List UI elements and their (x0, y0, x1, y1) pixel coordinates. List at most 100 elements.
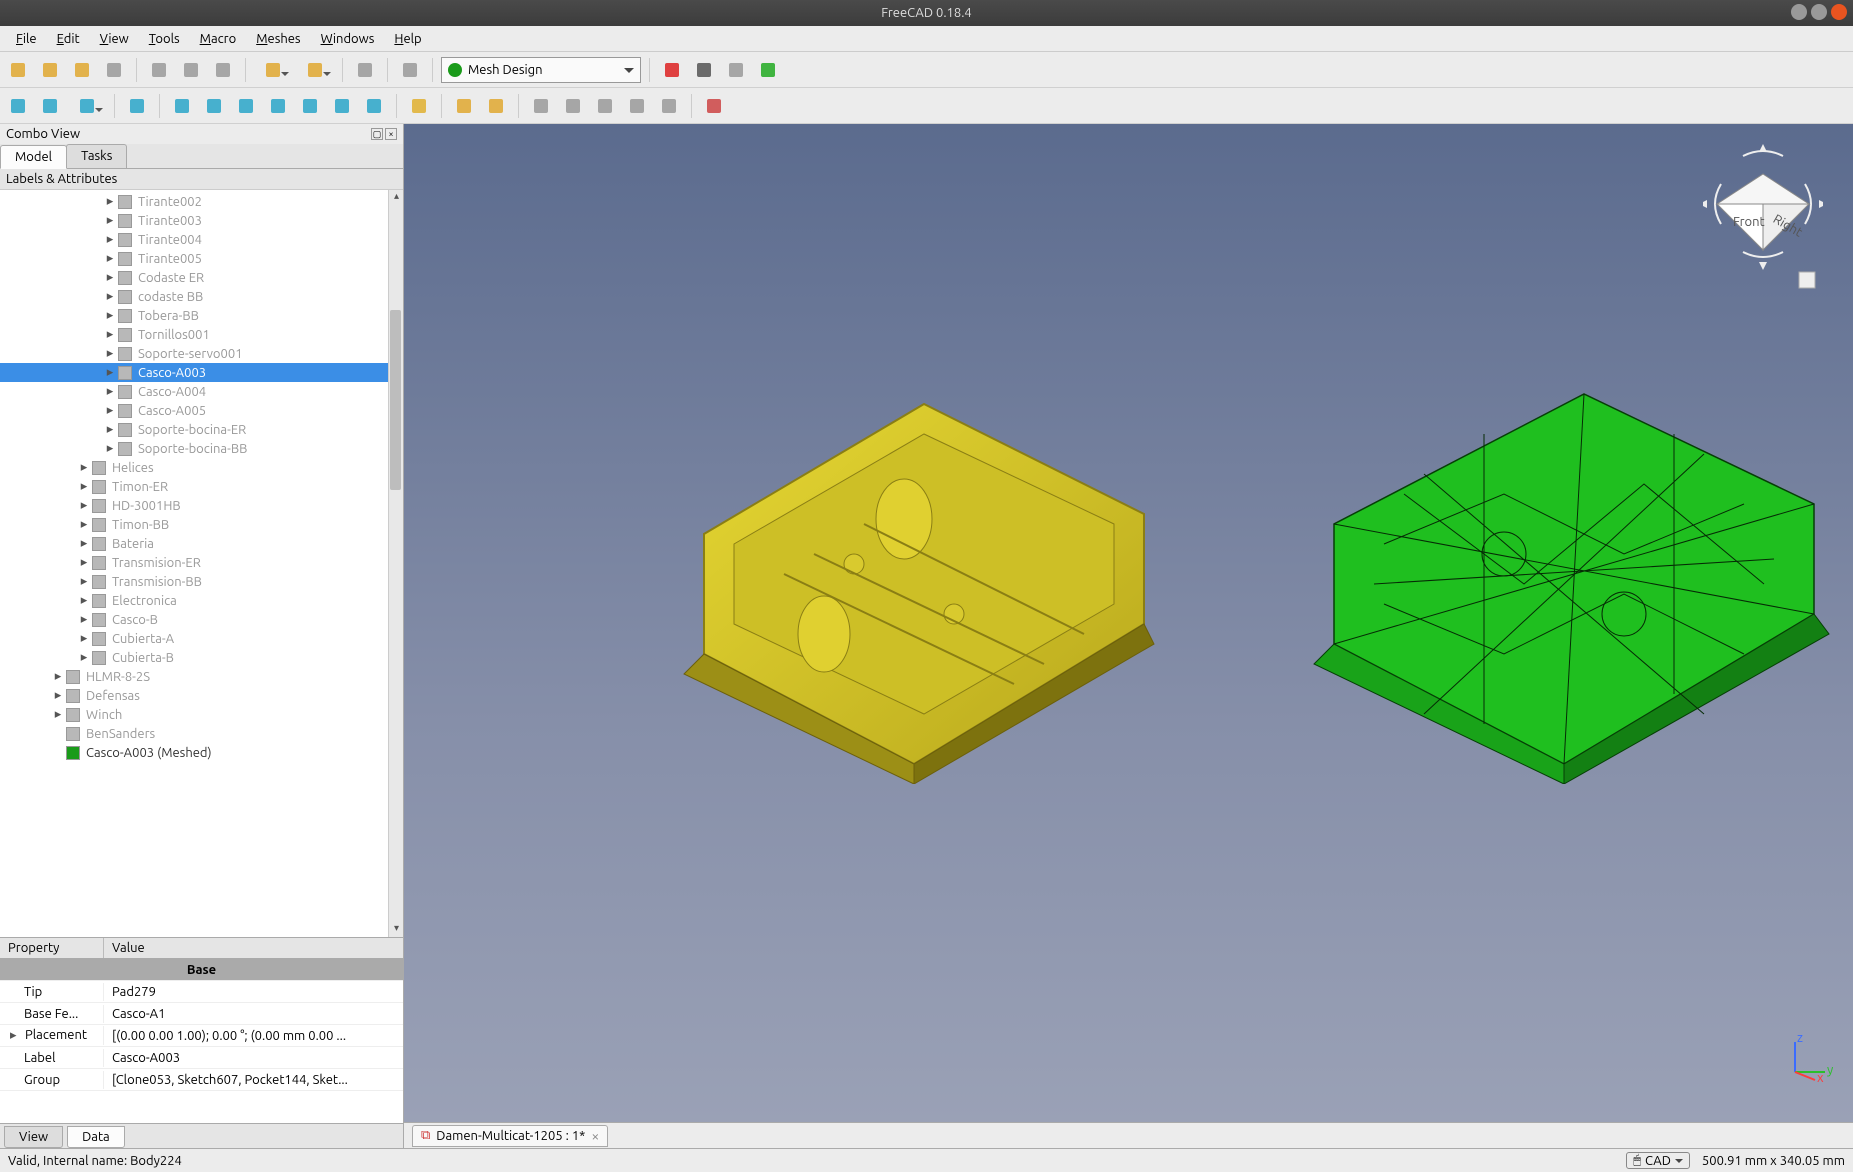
nav-style-selector[interactable]: 🖱 CAD (1626, 1152, 1690, 1169)
window-maximize-icon[interactable] (1811, 4, 1827, 20)
part-icon[interactable] (700, 92, 728, 120)
tree-item[interactable]: ▸Timon-BB (0, 515, 403, 534)
expand-arrow-icon[interactable]: ▸ (78, 479, 90, 494)
draw-style-icon[interactable] (68, 92, 106, 120)
create-mesh-icon[interactable] (450, 92, 478, 120)
menu-edit[interactable]: Edit (47, 30, 90, 48)
open-file-icon[interactable] (36, 56, 64, 84)
measure-icon[interactable] (405, 92, 433, 120)
expand-arrow-icon[interactable]: ▸ (10, 1028, 22, 1043)
tree-item[interactable]: ▸codaste BB (0, 287, 403, 306)
property-row[interactable]: LabelCasco-A003 (0, 1047, 403, 1069)
expand-arrow-icon[interactable]: ▸ (104, 403, 116, 418)
tree-item[interactable]: ▸Tirante002 (0, 192, 403, 211)
property-row[interactable]: TipPad279 (0, 981, 403, 1003)
undo-icon[interactable] (254, 56, 292, 84)
expand-arrow-icon[interactable]: ▸ (78, 536, 90, 551)
expand-arrow-icon[interactable]: ▸ (78, 517, 90, 532)
import-mesh-icon[interactable] (527, 92, 555, 120)
bbox-icon[interactable] (123, 92, 151, 120)
expand-arrow-icon[interactable]: ▸ (104, 384, 116, 399)
mesh-from-shape-icon[interactable] (591, 92, 619, 120)
tree-item[interactable]: ▸Tirante003 (0, 211, 403, 230)
tree-item[interactable]: ▸Soporte-servo001 (0, 344, 403, 363)
bottom-view-icon[interactable] (328, 92, 356, 120)
mesh-model-casco-a003[interactable] (1224, 294, 1853, 784)
redo-icon[interactable] (296, 56, 334, 84)
tree-item[interactable]: ▸Electronica (0, 591, 403, 610)
scroll-thumb[interactable] (390, 310, 401, 490)
tree-item[interactable]: ▸Casco-B (0, 610, 403, 629)
menu-meshes[interactable]: Meshes (246, 30, 310, 48)
expand-arrow-icon[interactable]: ▸ (78, 574, 90, 589)
tree-item[interactable]: ▸Tornillos001 (0, 325, 403, 344)
property-tab-view[interactable]: View (4, 1126, 63, 1148)
close-tab-icon[interactable]: × (591, 1128, 599, 1144)
expand-arrow-icon[interactable]: ▸ (104, 232, 116, 247)
tree-item[interactable]: ▸Transmision-BB (0, 572, 403, 591)
record-macro-icon[interactable] (658, 56, 686, 84)
expand-arrow-icon[interactable]: ▸ (104, 194, 116, 209)
tree-item[interactable]: BenSanders (0, 724, 403, 743)
window-minimize-icon[interactable] (1791, 4, 1807, 20)
rear-view-icon[interactable] (296, 92, 324, 120)
print-icon[interactable] (100, 56, 128, 84)
tree-item[interactable]: ▸Helices (0, 458, 403, 477)
expand-arrow-icon[interactable]: ▸ (104, 289, 116, 304)
tree-item[interactable]: ▸Tirante005 (0, 249, 403, 268)
save-icon[interactable] (68, 56, 96, 84)
display-mode-icon[interactable] (482, 92, 510, 120)
top-view-icon[interactable] (232, 92, 260, 120)
tree-item[interactable]: ▸Codaste ER (0, 268, 403, 287)
scroll-up-icon[interactable]: ▴ (389, 190, 403, 205)
property-value[interactable]: Pad279 (104, 983, 403, 1001)
panel-close-icon[interactable]: × (385, 128, 397, 140)
front-view-icon[interactable] (200, 92, 228, 120)
document-tab[interactable]: ⧉ Damen-Multicat-1205 : 1* × (412, 1125, 608, 1147)
stop-macro-icon[interactable] (690, 56, 718, 84)
scroll-down-icon[interactable]: ▾ (389, 922, 403, 937)
expand-arrow-icon[interactable]: ▸ (104, 251, 116, 266)
copy-icon[interactable] (177, 56, 205, 84)
fit-all-icon[interactable] (4, 92, 32, 120)
menu-file[interactable]: File (6, 30, 47, 48)
expand-arrow-icon[interactable]: ▸ (78, 650, 90, 665)
right-view-icon[interactable] (264, 92, 292, 120)
expand-arrow-icon[interactable]: ▸ (104, 270, 116, 285)
tree-scrollbar[interactable]: ▴ ▾ (388, 190, 403, 937)
property-tab-data[interactable]: Data (67, 1126, 125, 1148)
tree-item[interactable]: ▸HLMR-8-2S (0, 667, 403, 686)
expand-arrow-icon[interactable]: ▸ (104, 365, 116, 380)
expand-arrow-icon[interactable]: ▸ (78, 460, 90, 475)
iso-view-icon[interactable] (168, 92, 196, 120)
edit-macro-icon[interactable] (722, 56, 750, 84)
property-row[interactable]: Base Fe...Casco-A1 (0, 1003, 403, 1025)
fit-selection-icon[interactable] (36, 92, 64, 120)
expand-arrow-icon[interactable]: ▸ (104, 441, 116, 456)
menu-tools[interactable]: Tools (139, 30, 190, 48)
expand-arrow-icon[interactable]: ▸ (104, 308, 116, 323)
property-value[interactable]: Casco-A003 (104, 1049, 403, 1067)
expand-arrow-icon[interactable]: ▸ (104, 422, 116, 437)
expand-arrow-icon[interactable]: ▸ (78, 612, 90, 627)
tree-item[interactable]: ▸Casco-A004 (0, 382, 403, 401)
window-close-icon[interactable] (1831, 4, 1847, 20)
expand-arrow-icon[interactable]: ▸ (78, 555, 90, 570)
expand-arrow-icon[interactable]: ▸ (52, 688, 64, 703)
menu-view[interactable]: View (90, 30, 139, 48)
run-macro-icon[interactable] (754, 56, 782, 84)
combo-tab-model[interactable]: Model (0, 145, 67, 169)
expand-arrow-icon[interactable]: ▸ (78, 498, 90, 513)
panel-float-icon[interactable]: ▢ (371, 128, 383, 140)
expand-arrow-icon[interactable]: ▸ (104, 213, 116, 228)
expand-arrow-icon[interactable]: ▸ (78, 631, 90, 646)
expand-arrow-icon[interactable]: ▸ (104, 346, 116, 361)
tree-item[interactable]: ▸Soporte-bocina-BB (0, 439, 403, 458)
solid-model-casco-a003[interactable] (584, 304, 1234, 784)
tree-item[interactable]: ▸Casco-A005 (0, 401, 403, 420)
expand-arrow-icon[interactable]: ▸ (104, 327, 116, 342)
workbench-selector[interactable]: Mesh Design (441, 57, 641, 83)
menu-help[interactable]: Help (384, 30, 431, 48)
tree-item[interactable]: ▸Timon-ER (0, 477, 403, 496)
expand-arrow-icon[interactable]: ▸ (52, 669, 64, 684)
